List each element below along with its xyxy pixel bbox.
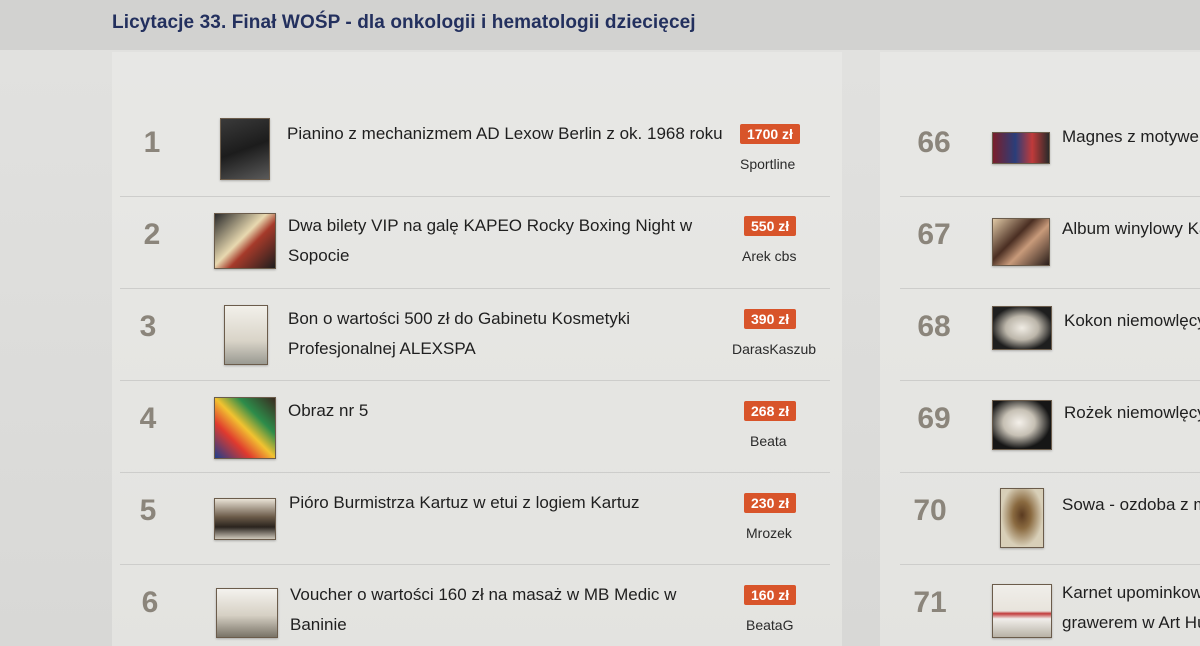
- item-title[interactable]: Kokon niemowlęcy: [1064, 306, 1200, 335]
- item-thumbnail[interactable]: [214, 397, 276, 459]
- item-title[interactable]: Dwa bilety VIP na galę KAPEO Rocky Boxin…: [288, 211, 692, 240]
- list-item[interactable]: 5 Pióro Burmistrza Kartuz w etui z logie…: [130, 474, 830, 566]
- item-title[interactable]: Pianino z mechanizmem AD Lexow Berlin z …: [287, 119, 723, 148]
- item-rank: 5: [139, 494, 157, 527]
- item-title[interactable]: Karnet upominkowy: [1062, 578, 1200, 607]
- row-divider: [120, 564, 830, 565]
- item-title[interactable]: Rożek niemowlęcy: [1064, 398, 1200, 427]
- price-badge: 390 zł: [744, 309, 797, 329]
- bidder-name: Sportline: [740, 156, 796, 172]
- price-badge: 230 zł: [744, 493, 797, 513]
- list-item[interactable]: 67 Album winylowy Ka: [912, 198, 1200, 290]
- item-rank: 67: [917, 218, 951, 251]
- row-divider: [120, 288, 830, 289]
- list-item[interactable]: 4 Obraz nr 5 268 zł Beata: [130, 382, 830, 474]
- item-thumbnail[interactable]: [224, 305, 268, 365]
- item-thumbnail[interactable]: [214, 498, 276, 540]
- item-title-line2[interactable]: Baninie: [290, 610, 347, 639]
- item-thumbnail[interactable]: [992, 132, 1050, 164]
- item-thumbnail[interactable]: [1000, 488, 1044, 548]
- item-thumbnail[interactable]: [992, 218, 1050, 266]
- item-title[interactable]: Sowa - ozdoba z m: [1062, 490, 1200, 519]
- row-divider: [900, 472, 1200, 473]
- item-title-line2[interactable]: Sopocie: [288, 241, 349, 270]
- row-divider: [900, 196, 1200, 197]
- item-rank: 68: [917, 310, 951, 343]
- item-thumbnail[interactable]: [220, 118, 270, 180]
- bidder-name: Mrozek: [746, 525, 792, 541]
- item-rank: 1: [143, 126, 161, 159]
- item-rank: 6: [141, 586, 159, 619]
- list-item[interactable]: 3 Bon o wartości 500 zł do Gabinetu Kosm…: [130, 290, 830, 382]
- item-title-line2[interactable]: grawerem w Art Hu: [1062, 608, 1200, 637]
- bidder-name: DarasKaszub: [732, 341, 817, 357]
- bidder-name: BeataG: [746, 617, 794, 633]
- item-thumbnail[interactable]: [992, 306, 1052, 350]
- item-rank: 2: [143, 218, 161, 251]
- item-rank: 4: [139, 402, 157, 435]
- price-badge: 550 zł: [744, 216, 797, 236]
- item-title[interactable]: Album winylowy Ka: [1062, 214, 1200, 243]
- price-badge: 268 zł: [744, 401, 797, 421]
- list-item[interactable]: 66 Magnes z motywer: [912, 106, 1200, 198]
- item-title[interactable]: Magnes z motywer: [1062, 122, 1200, 151]
- list-item[interactable]: 71 Karnet upominkowy grawerem w Art Hu: [912, 566, 1200, 646]
- item-title[interactable]: Voucher o wartości 160 zł na masaż w MB …: [290, 580, 676, 609]
- list-item[interactable]: 68 Kokon niemowlęcy: [912, 290, 1200, 382]
- item-rank: 71: [913, 586, 947, 619]
- item-thumbnail[interactable]: [992, 400, 1052, 450]
- item-thumbnail[interactable]: [992, 584, 1052, 638]
- price-badge: 160 zł: [744, 585, 797, 605]
- page: Licytacje 33. Finał WOŚP - dla onkologii…: [0, 0, 1200, 646]
- item-rank: 69: [917, 402, 951, 435]
- item-title[interactable]: Bon o wartości 500 zł do Gabinetu Kosmet…: [288, 304, 630, 333]
- page-title: Licytacje 33. Finał WOŚP - dla onkologii…: [112, 12, 696, 33]
- price-badge: 1700 zł: [740, 124, 800, 144]
- item-title-line2[interactable]: Profesjonalnej ALEXSPA: [288, 334, 476, 363]
- item-rank: 3: [139, 310, 157, 343]
- list-item[interactable]: 69 Rożek niemowlęcy: [912, 382, 1200, 474]
- list-item[interactable]: 70 Sowa - ozdoba z m: [912, 474, 1200, 566]
- list-item[interactable]: 6 Voucher o wartości 160 zł na masaż w M…: [130, 566, 830, 646]
- row-divider: [900, 380, 1200, 381]
- row-divider: [120, 380, 830, 381]
- list-item[interactable]: 1 Pianino z mechanizmem AD Lexow Berlin …: [130, 106, 830, 198]
- item-rank: 70: [913, 494, 947, 527]
- item-thumbnail[interactable]: [216, 588, 278, 638]
- list-item[interactable]: 2 Dwa bilety VIP na galę KAPEO Rocky Box…: [130, 198, 830, 290]
- item-rank: 66: [917, 126, 951, 159]
- row-divider: [120, 196, 830, 197]
- item-title[interactable]: Pióro Burmistrza Kartuz w etui z logiem …: [289, 488, 640, 517]
- item-thumbnail[interactable]: [214, 213, 276, 269]
- row-divider: [900, 288, 1200, 289]
- item-title[interactable]: Obraz nr 5: [288, 396, 368, 425]
- bidder-name: Arek cbs: [742, 248, 797, 264]
- bidder-name: Beata: [750, 433, 787, 449]
- row-divider: [900, 564, 1200, 565]
- row-divider: [120, 472, 830, 473]
